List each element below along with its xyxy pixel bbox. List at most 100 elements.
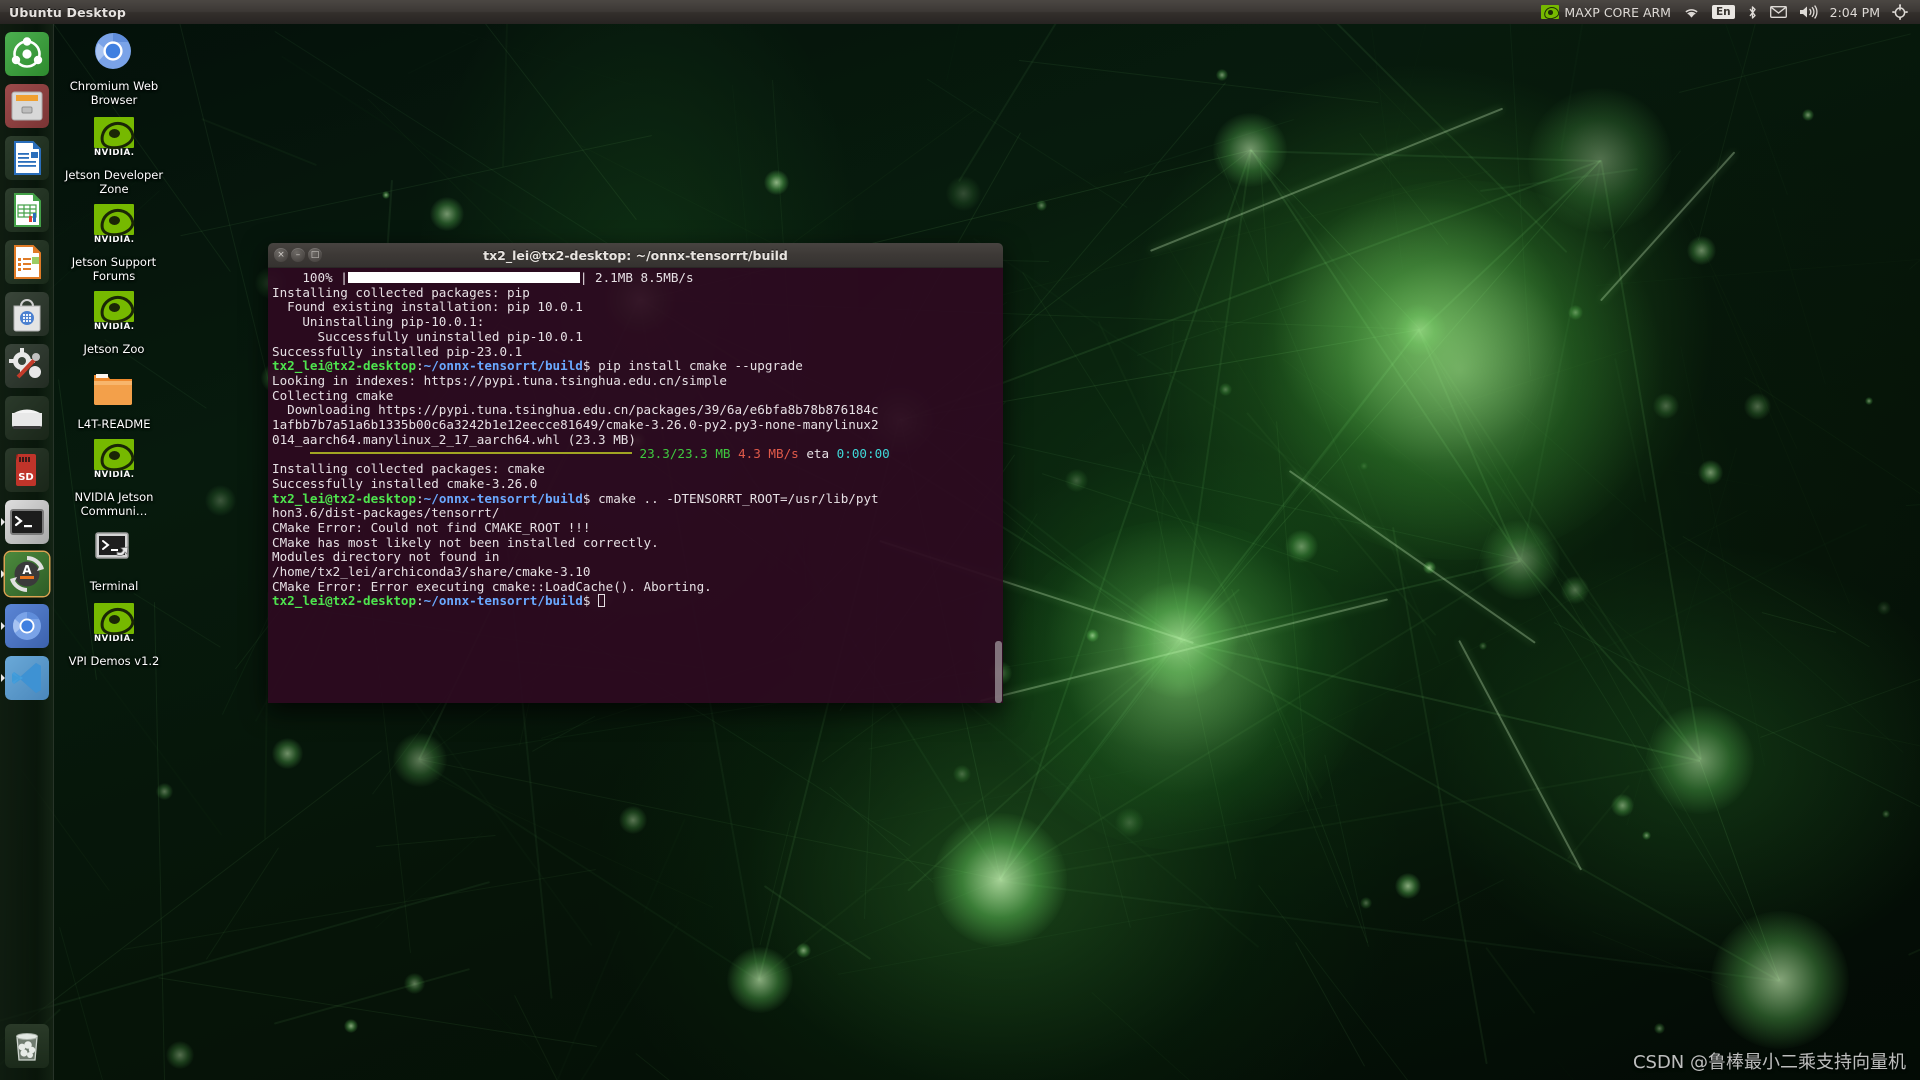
nvidia-gpu-label: MAXP CORE ARM bbox=[1564, 4, 1671, 20]
desktop-icon-terminal-launcher[interactable]: Terminal bbox=[62, 528, 166, 593]
launcher-item-libreoffice-writer[interactable] bbox=[0, 132, 54, 184]
prompt-command: pip install cmake --upgrade bbox=[590, 358, 803, 374]
launcher-item-vscode[interactable] bbox=[0, 652, 54, 704]
desktop-icon-grid: Chromium Web Browser NVIDIA. Jetson Develo… bbox=[62, 28, 166, 674]
prompt-user: tx2_lei@tx2-desktop bbox=[272, 593, 417, 609]
launcher-item-dash-home[interactable] bbox=[0, 28, 54, 80]
launcher-item-system-settings[interactable] bbox=[0, 340, 54, 392]
terminal-line: Uninstalling pip-10.0.1: bbox=[272, 314, 485, 330]
svg-text:A: A bbox=[22, 563, 32, 577]
prompt-path: ~/onnx-tensorrt/build bbox=[423, 593, 583, 609]
desktop-icon-jetson-support-forums[interactable]: NVIDIA. Jetson Support Forums bbox=[62, 204, 166, 283]
messaging-indicator[interactable] bbox=[1764, 0, 1793, 24]
terminal-line: hon3.6/dist-packages/tensorrt/ bbox=[272, 505, 500, 521]
bluetooth-indicator[interactable] bbox=[1741, 0, 1764, 24]
panel-title: Ubuntu Desktop bbox=[9, 4, 127, 20]
unity-launcher: SD A bbox=[0, 24, 54, 1080]
nvidia-eye-icon bbox=[94, 291, 134, 322]
chromium-icon bbox=[90, 28, 138, 76]
software-center-icon bbox=[5, 292, 49, 336]
terminal-prompt-line: tx2_lei@tx2-desktop:~/onnx-tensorrt/buil… bbox=[272, 594, 999, 609]
desktop-icon-label: VPI Demos v1.2 bbox=[68, 654, 160, 668]
terminal-prompt-line: tx2_lei@tx2-desktop:~/onnx-tensorrt/buil… bbox=[272, 490, 879, 506]
nvidia-icon: NVIDIA. bbox=[90, 439, 138, 487]
sound-indicator[interactable] bbox=[1793, 0, 1824, 24]
terminal-scrollbar[interactable] bbox=[995, 641, 1002, 703]
desktop-icon-vpi-demos[interactable]: NVIDIA. VPI Demos v1.2 bbox=[62, 603, 166, 668]
launcher-item-chromium[interactable] bbox=[0, 600, 54, 652]
clock-label: 2:04 PM bbox=[1829, 4, 1880, 20]
launcher-item-sd-card[interactable]: SD bbox=[0, 444, 54, 496]
folder-icon bbox=[90, 366, 138, 414]
envelope-icon bbox=[1769, 6, 1787, 18]
desktop-icon-nvidia-jetson-community[interactable]: NVIDIA. NVIDIA Jetson Communi… bbox=[62, 439, 166, 518]
desktop-icon-jetson-developer-zone[interactable]: NVIDIA. Jetson Developer Zone bbox=[62, 117, 166, 196]
terminal-line: Modules directory not found in bbox=[272, 549, 500, 565]
terminal-output: 100% | | 2.1MB 8.5MB/s Installing collecte… bbox=[272, 270, 999, 609]
panel-indicators: MAXP CORE ARM En 2:04 PM bbox=[1535, 0, 1920, 24]
maximize-button[interactable]: □ bbox=[308, 248, 322, 262]
desktop-icon-label: Jetson Support Forums bbox=[71, 255, 157, 283]
desktop-icon-l4t-readme-folder[interactable]: L4T-README bbox=[62, 366, 166, 431]
speaker-icon bbox=[1799, 5, 1818, 19]
terminal-line: Looking in indexes: https://pypi.tuna.ts… bbox=[272, 372, 727, 388]
file-manager-icon bbox=[5, 84, 49, 128]
nvidia-icon: NVIDIA. bbox=[90, 291, 138, 339]
nvidia-wordmark: NVIDIA. bbox=[94, 322, 135, 332]
desktop-icon-chromium-web-browser[interactable]: Chromium Web Browser bbox=[62, 28, 166, 107]
network-indicator[interactable] bbox=[1677, 0, 1706, 24]
prompt-command bbox=[590, 593, 598, 608]
session-indicator[interactable] bbox=[1886, 0, 1914, 24]
launcher-item-removable-drive[interactable] bbox=[0, 392, 54, 444]
close-button[interactable]: × bbox=[274, 248, 288, 262]
prompt-path: ~/onnx-tensorrt/build bbox=[423, 490, 583, 506]
progress-rate: 4.3 MB/s bbox=[730, 446, 799, 462]
terminal-line: Installing collected packages: cmake bbox=[272, 461, 545, 477]
nvidia-wordmark: NVIDIA. bbox=[94, 634, 135, 644]
svg-text:SD: SD bbox=[18, 472, 34, 483]
launcher-item-libreoffice-calc[interactable] bbox=[0, 184, 54, 236]
anaconda-icon: A bbox=[5, 552, 49, 596]
desktop-screen: Ubuntu Desktop MAXP CORE ARM En 2:04 PM … bbox=[0, 0, 1920, 1080]
desktop-icon-label: L4T-README bbox=[77, 417, 151, 431]
wifi-icon bbox=[1683, 6, 1700, 19]
desktop-icon-label: NVIDIA Jetson Communi… bbox=[74, 490, 154, 518]
desktop-icon-label: Terminal bbox=[89, 579, 139, 593]
keyboard-layout-indicator[interactable]: En bbox=[1706, 0, 1741, 24]
terminal-window[interactable]: × – □ tx2_lei@tx2-desktop: ~/onnx-tensor… bbox=[268, 243, 1003, 703]
chromium-icon bbox=[5, 604, 49, 648]
terminal-line: CMake has most likely not been installed… bbox=[272, 534, 659, 550]
terminal-line: /home/tx2_lei/archiconda3/share/cmake-3.… bbox=[272, 564, 591, 580]
launcher-item-archiconda[interactable]: A bbox=[0, 548, 54, 600]
launcher-item-libreoffice-impress[interactable] bbox=[0, 236, 54, 288]
terminal-cursor bbox=[598, 594, 606, 608]
nvidia-gpu-indicator[interactable]: MAXP CORE ARM bbox=[1535, 0, 1677, 24]
terminal-title-text: tx2_lei@tx2-desktop: ~/onnx-tensorrt/bui… bbox=[483, 247, 788, 263]
terminal-line: Found existing installation: pip 10.0.1 bbox=[272, 299, 583, 315]
download-progress-bar bbox=[309, 452, 632, 455]
terminal-body[interactable]: 100% | | 2.1MB 8.5MB/s Installing collecte… bbox=[268, 268, 1003, 703]
minimize-button[interactable]: – bbox=[291, 248, 305, 262]
clock-indicator[interactable]: 2:04 PM bbox=[1824, 0, 1886, 24]
terminal-line: Collecting cmake bbox=[272, 387, 394, 403]
hard-drive-icon bbox=[5, 396, 49, 440]
launcher-items: SD A bbox=[0, 28, 53, 704]
nvidia-icon: NVIDIA. bbox=[90, 603, 138, 651]
desktop-icon-jetson-zoo[interactable]: NVIDIA. Jetson Zoo bbox=[62, 291, 166, 356]
download-progress-bar bbox=[347, 272, 580, 283]
nvidia-wordmark: NVIDIA. bbox=[94, 470, 135, 480]
launcher-item-terminal[interactable] bbox=[0, 496, 54, 548]
launcher-item-trash[interactable] bbox=[0, 1020, 54, 1072]
writer-document-icon bbox=[5, 136, 49, 180]
terminal-titlebar[interactable]: × – □ tx2_lei@tx2-desktop: ~/onnx-tensor… bbox=[268, 243, 1003, 268]
ubuntu-logo-icon bbox=[5, 32, 49, 76]
launcher-item-files[interactable] bbox=[0, 80, 54, 132]
nvidia-logo-icon bbox=[1541, 5, 1560, 19]
progress-size: 23.3/23.3 MB bbox=[631, 446, 731, 462]
sd-card-icon: SD bbox=[5, 448, 49, 492]
nvidia-icon: NVIDIA. bbox=[90, 117, 138, 165]
launcher-item-ubuntu-software[interactable] bbox=[0, 288, 54, 340]
progress-eta: 0:00:00 bbox=[836, 446, 890, 462]
nvidia-wordmark: NVIDIA. bbox=[94, 235, 135, 245]
terminal-line: CMake Error: Could not find CMAKE_ROOT !… bbox=[272, 519, 591, 535]
